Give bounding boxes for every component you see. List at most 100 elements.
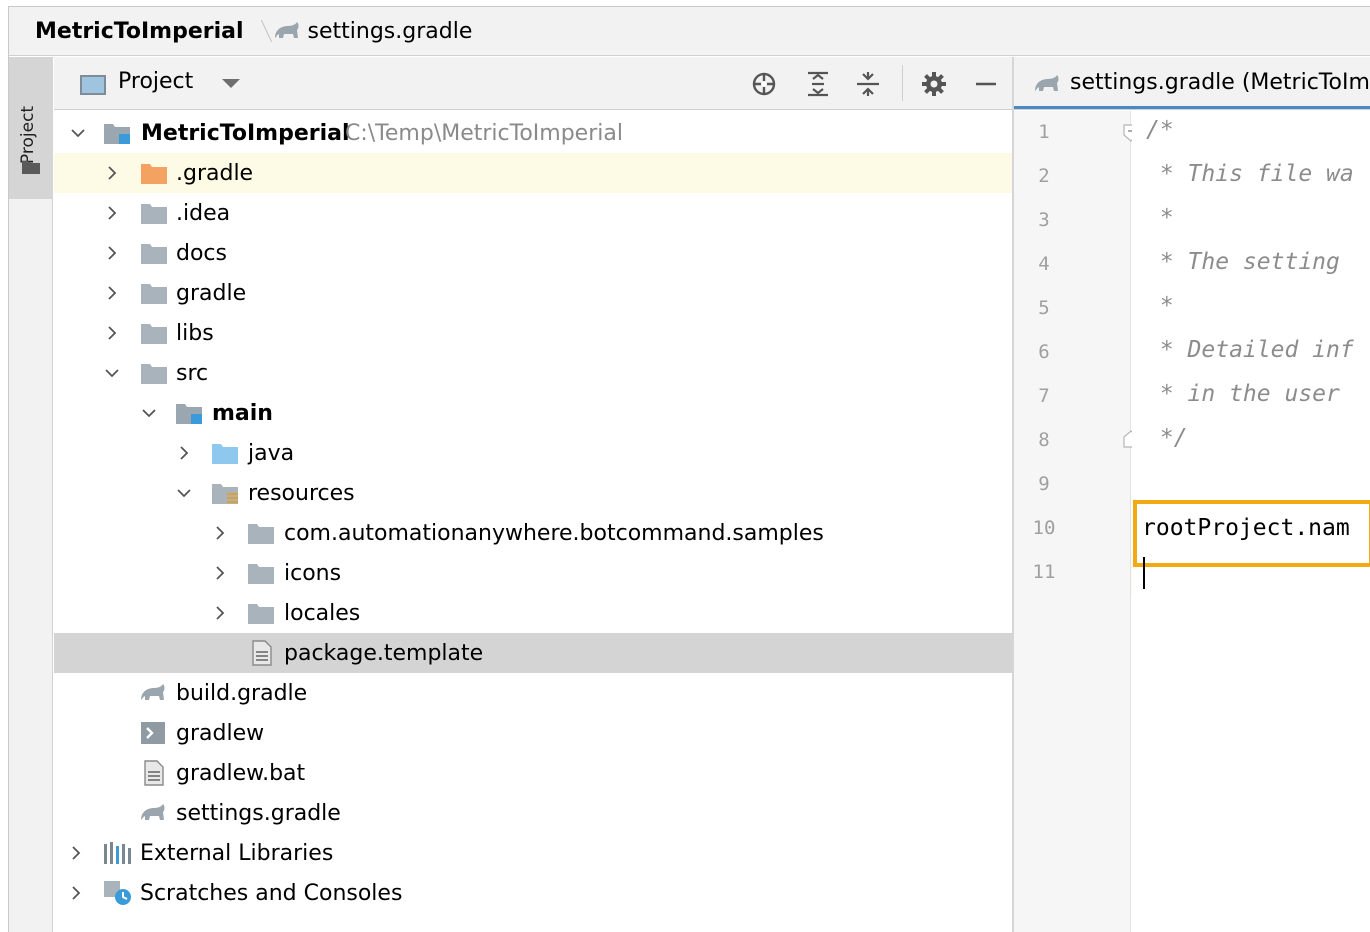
line-number: 11	[1032, 561, 1056, 583]
line-number: 7	[1038, 385, 1050, 407]
folder-icon	[141, 242, 167, 264]
tree-node-gradle[interactable]: gradle	[54, 273, 1012, 313]
project-panel-header: Project	[54, 57, 1012, 110]
chevron-down-icon[interactable]	[222, 79, 240, 88]
docs-label: docs	[176, 240, 227, 266]
editor-tab-bar: settings.gradle (MetricToImp	[1014, 57, 1370, 110]
line-number: 6	[1038, 341, 1050, 363]
gradle-elephant-icon	[138, 802, 165, 824]
scratches-icon	[104, 881, 131, 905]
project-tool-label: Project	[18, 105, 38, 165]
tree-node-src[interactable]: src	[54, 353, 1012, 393]
tab-settings-gradle[interactable]: settings.gradle (MetricToImp	[1014, 57, 1370, 109]
expand-all-icon[interactable]	[804, 70, 832, 98]
chevron-right-icon[interactable]	[68, 845, 84, 861]
chevron-right-icon[interactable]	[104, 245, 120, 261]
line-number: 4	[1038, 253, 1050, 275]
breadcrumb-project[interactable]: MetricToImperial	[35, 19, 244, 44]
idea-label: .idea	[176, 200, 231, 226]
editor-gutter: 1 2 3 4 5 6 7 8 9 10 11	[1014, 111, 1131, 932]
breadcrumb-separator	[252, 17, 266, 45]
gradle-dir-label: .gradle	[176, 160, 254, 186]
project-view-selector[interactable]: Project	[118, 69, 193, 94]
samples-label: com.automationanywhere.botcommand.sample…	[284, 520, 824, 546]
chevron-right-icon[interactable]	[104, 325, 120, 341]
chevron-right-icon[interactable]	[212, 525, 228, 541]
tree-node-main[interactable]: main	[54, 393, 1012, 433]
tree-node-root[interactable]: MetricToImperial C:\Temp\MetricToImperia…	[54, 113, 1012, 153]
chevron-right-icon[interactable]	[68, 885, 84, 901]
tree-node-locales[interactable]: locales	[54, 593, 1012, 633]
source-folder-icon	[212, 442, 238, 464]
line-number: 3	[1038, 209, 1050, 231]
code-line: * The setting	[1146, 249, 1340, 275]
tree-node-package-template[interactable]: package.template	[54, 633, 1012, 673]
root-label: MetricToImperial	[141, 120, 350, 146]
shell-script-icon	[141, 722, 167, 744]
tree-node-settings-gradle[interactable]: settings.gradle	[54, 793, 1012, 833]
collapse-all-icon[interactable]	[854, 70, 882, 98]
chevron-down-icon[interactable]	[70, 125, 86, 141]
java-label: java	[248, 440, 295, 466]
line-number: 2	[1038, 165, 1050, 187]
tree-node-gradlew[interactable]: gradlew	[54, 713, 1012, 753]
hide-icon[interactable]	[972, 70, 1000, 98]
folder-icon	[141, 322, 167, 344]
chevron-right-icon[interactable]	[104, 205, 120, 221]
tree-node-idea[interactable]: .idea	[54, 193, 1012, 233]
chevron-down-icon[interactable]	[141, 405, 157, 421]
main-label: main	[212, 400, 273, 426]
chevron-right-icon[interactable]	[104, 285, 120, 301]
src-label: src	[176, 360, 209, 386]
external-libraries-label: External Libraries	[140, 840, 334, 866]
tree-node-libs[interactable]: libs	[54, 313, 1012, 353]
gradle-elephant-icon	[272, 20, 302, 42]
folder-icon	[248, 562, 274, 584]
folder-icon	[141, 202, 167, 224]
code-line: * Detailed inf	[1146, 337, 1354, 363]
package-template-label: package.template	[284, 640, 484, 666]
tab-label: settings.gradle (MetricToImp	[1070, 70, 1370, 95]
tree-node-icons[interactable]: icons	[54, 553, 1012, 593]
chevron-down-icon[interactable]	[104, 365, 120, 381]
module-folder-icon	[176, 402, 202, 424]
chevron-right-icon[interactable]	[104, 165, 120, 181]
libraries-icon	[104, 842, 131, 864]
active-tab-indicator	[1014, 106, 1370, 109]
gradle-label: gradle	[176, 280, 247, 306]
project-tool-tab[interactable]: Project	[9, 57, 53, 199]
excluded-folder-icon	[141, 162, 167, 184]
folder-icon	[141, 362, 167, 384]
gradle-elephant-icon	[1032, 73, 1062, 101]
line-number: 8	[1038, 429, 1050, 451]
tree-node-resources[interactable]: resources	[54, 473, 1012, 513]
chevron-right-icon[interactable]	[176, 445, 192, 461]
code-line: /*	[1146, 117, 1174, 143]
tree-node-build-gradle[interactable]: build.gradle	[54, 673, 1012, 713]
text-file-icon	[252, 640, 278, 666]
chevron-down-icon[interactable]	[176, 485, 192, 501]
locate-icon[interactable]	[750, 70, 778, 98]
line-number: 9	[1038, 473, 1050, 495]
tree-node-samples[interactable]: com.automationanywhere.botcommand.sample…	[54, 513, 1012, 553]
chevron-right-icon[interactable]	[212, 605, 228, 621]
tool-window-stripe: Project	[9, 57, 53, 932]
chevron-right-icon[interactable]	[212, 565, 228, 581]
tree-node-gradle-dir[interactable]: .gradle	[54, 153, 1012, 193]
tree-node-java[interactable]: java	[54, 433, 1012, 473]
breadcrumb-file[interactable]: settings.gradle	[308, 19, 473, 44]
tree-node-gradlew-bat[interactable]: gradlew.bat	[54, 753, 1012, 793]
code-line: * in the user	[1146, 381, 1340, 407]
toolbar-divider	[902, 65, 903, 101]
tree-node-scratches[interactable]: Scratches and Consoles	[54, 873, 1012, 913]
gradle-elephant-icon	[138, 682, 165, 704]
root-path: C:\Temp\MetricToImperial	[345, 120, 623, 146]
code-line: *	[1146, 293, 1174, 319]
settings-icon[interactable]	[920, 70, 948, 98]
folder-icon	[141, 282, 167, 304]
tree-node-docs[interactable]: docs	[54, 233, 1012, 273]
tree-node-external-libraries[interactable]: External Libraries	[54, 833, 1012, 873]
line-number: 10	[1032, 517, 1056, 539]
gradlew-bat-label: gradlew.bat	[176, 760, 306, 786]
text-caret	[1143, 557, 1145, 589]
